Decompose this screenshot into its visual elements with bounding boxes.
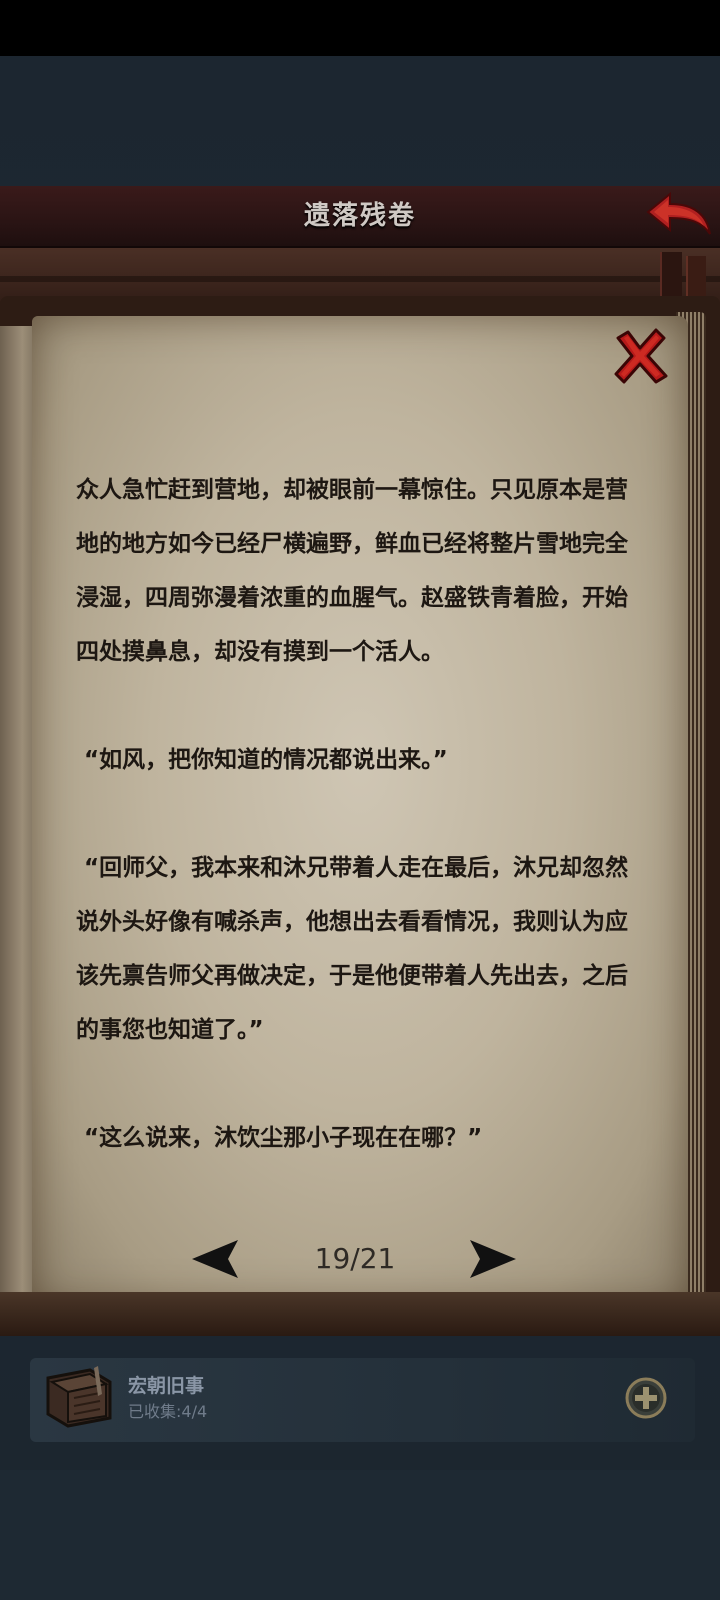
shelf-divider [0,276,720,282]
next-page-button[interactable] [466,1238,518,1280]
book-icon [40,1364,116,1430]
previous-page-button[interactable] [190,1238,242,1280]
collection-progress: 已收集:4/4 [128,1400,207,1424]
status-bar-area [0,0,720,56]
story-paragraph: 众人急忙赶到营地，却被眼前一幕惊住。只见原本是营地的地方如今已经尸横遍野，鲜血已… [76,477,628,665]
plus-circle-icon [625,1377,667,1419]
collected-label: 已收集: [128,1402,182,1421]
back-arrow-icon [646,191,711,235]
close-button[interactable] [610,326,670,386]
page-indicator: 19/21 [314,1242,396,1275]
collected-count: 4/4 [181,1402,208,1421]
story-paragraph: “这么说来，沐饮尘那小子现在在哪？” [76,1125,483,1151]
close-x-icon [614,328,668,384]
header-bar: 遗落残卷 [0,186,720,248]
triangle-right-icon [470,1240,516,1278]
bottom-background [0,1470,720,1600]
back-button[interactable] [644,190,714,242]
collection-title: 宏朝旧事 [128,1375,205,1397]
book-bottom-edge [0,1292,720,1336]
expand-button[interactable] [624,1376,668,1420]
story-text: 众人急忙赶到营地，却被眼前一幕惊住。只见原本是营地的地方如今已经尸横遍野，鲜血已… [76,463,646,1165]
triangle-left-icon [192,1240,238,1278]
page-title: 遗落残卷 [303,201,416,231]
story-paragraph: “回师父，我本来和沐兄带着人走在最后，沐兄却忽然说外头好像有喊杀声，他想出去看看… [76,855,629,1043]
story-paragraph: “如风，把你知道的情况都说出来。” [76,747,448,773]
